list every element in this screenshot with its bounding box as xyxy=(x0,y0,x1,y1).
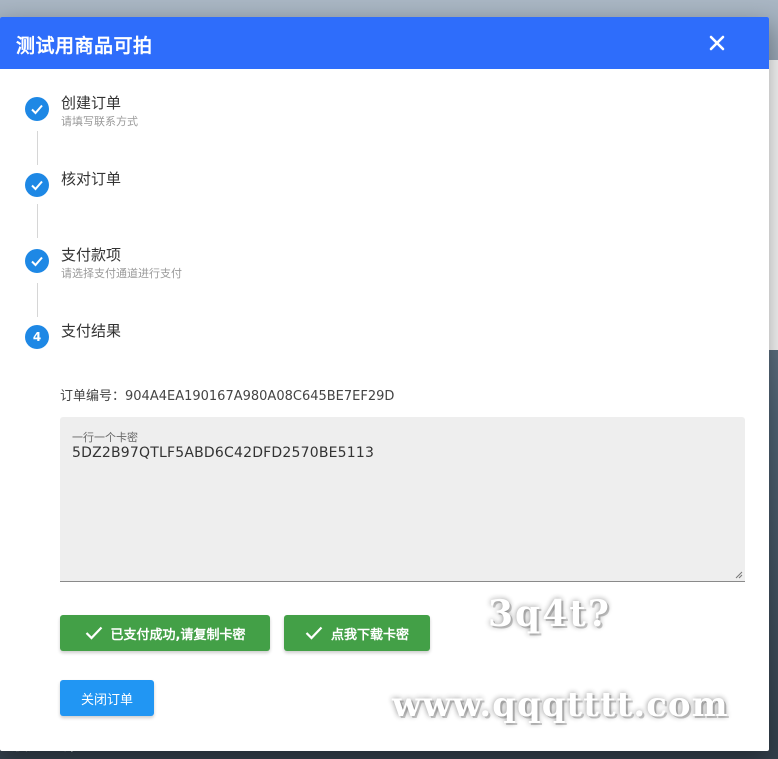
check-icon xyxy=(305,626,323,640)
dialog-title: 测试用商品可拍 xyxy=(16,35,153,57)
close-icon xyxy=(709,35,725,51)
step-connector xyxy=(37,283,38,317)
card-key-label: 一行一个卡密 xyxy=(72,431,138,444)
background-panel-edge xyxy=(768,60,778,350)
close-button[interactable] xyxy=(701,27,733,59)
step-title: 支付结果 xyxy=(61,322,122,340)
dialog-header: 测试用商品可拍 xyxy=(0,17,769,69)
order-number-label: 订单编号： xyxy=(60,389,126,404)
check-icon xyxy=(85,626,102,640)
check-icon xyxy=(31,180,43,191)
order-dialog: 测试用商品可拍 创建订单 请填写联系方式 核对订单 支付款项 请选择支付通道进行… xyxy=(0,17,769,751)
step-title: 支付款项 xyxy=(61,246,122,264)
step-connector xyxy=(37,131,38,165)
watermark-bottom: www.qqqtttt.com xyxy=(392,685,729,725)
step-done-badge xyxy=(25,173,49,197)
step-title: 核对订单 xyxy=(61,170,122,188)
step-subtitle: 请选择支付通道进行支付 xyxy=(61,267,182,280)
close-order-label: 关闭订单 xyxy=(80,692,133,708)
step-number-badge: 4 xyxy=(25,325,49,349)
close-order-button[interactable]: 关闭订单 xyxy=(60,680,154,716)
step-title: 创建订单 xyxy=(61,94,122,112)
check-icon xyxy=(31,104,43,115)
check-icon xyxy=(31,256,43,267)
step-done-badge xyxy=(25,249,49,273)
card-key-value[interactable]: 5DZ2B97QTLF5ABD6C42DFD2570BE5113 xyxy=(72,445,374,461)
download-cards-label: 点我下载卡密 xyxy=(330,627,409,643)
step-subtitle: 请填写联系方式 xyxy=(61,115,138,128)
card-key-textarea[interactable]: 一行一个卡密 5DZ2B97QTLF5ABD6C42DFD2570BE5113 xyxy=(60,417,745,582)
paid-copy-button[interactable]: 已支付成功,请复制卡密 xyxy=(60,615,270,651)
order-number-value: 904A4EA190167A980A08C645BE7EF29D xyxy=(125,389,395,404)
paid-copy-label: 已支付成功,请复制卡密 xyxy=(110,627,246,643)
resize-handle-icon[interactable] xyxy=(735,571,743,579)
order-number-row: 订单编号：904A4EA190167A980A08C645BE7EF29D xyxy=(60,385,394,404)
watermark-top: 3q4t? xyxy=(488,593,611,635)
download-cards-button[interactable]: 点我下载卡密 xyxy=(284,615,430,651)
step-connector xyxy=(37,204,38,238)
step-done-badge xyxy=(25,97,49,121)
